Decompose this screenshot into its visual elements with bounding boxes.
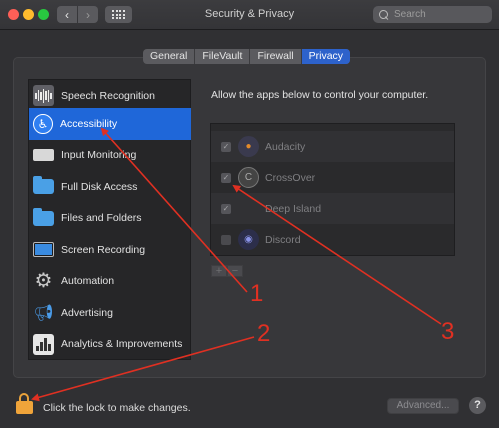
sidebar-item-label: Analytics & Improvements bbox=[61, 338, 183, 351]
folder-icon bbox=[33, 176, 54, 195]
sidebar-item-analytics[interactable]: Analytics & Improvements bbox=[29, 329, 191, 361]
lock-icon[interactable] bbox=[16, 393, 34, 415]
crossover-icon: C bbox=[238, 167, 259, 188]
title-bar: ‹ › Security & Privacy Search bbox=[0, 0, 499, 30]
tab-privacy[interactable]: Privacy bbox=[301, 49, 351, 64]
sidebar-item-input-monitoring[interactable]: Input Monitoring bbox=[29, 140, 191, 172]
keyboard-icon bbox=[33, 149, 54, 162]
sidebar-item-label: Screen Recording bbox=[61, 243, 146, 256]
app-list: ✓ ● Audacity ✓ C CrossOver ✓ Deep Island… bbox=[210, 123, 455, 256]
display-icon bbox=[33, 242, 54, 258]
annotation-label-1: 1 bbox=[250, 280, 264, 307]
waveform-icon bbox=[33, 85, 54, 107]
sidebar-item-label: Input Monitoring bbox=[61, 149, 137, 162]
app-name: Discord bbox=[265, 233, 301, 246]
bar-chart-icon bbox=[33, 333, 54, 355]
add-app-button[interactable]: + bbox=[211, 265, 227, 277]
accessibility-icon: ♿︎ bbox=[33, 113, 53, 134]
search-placeholder: Search bbox=[394, 9, 426, 20]
audacity-icon: ● bbox=[238, 136, 259, 157]
sidebar-item-accessibility[interactable]: ♿︎ Accessibility bbox=[29, 108, 191, 140]
tab-filevault[interactable]: FileVault bbox=[195, 49, 251, 64]
sidebar-item-automation[interactable]: ⚙ Automation bbox=[29, 266, 191, 298]
sidebar-item-full-disk-access[interactable]: Full Disk Access bbox=[29, 171, 191, 203]
sidebar-item-screen-recording[interactable]: Screen Recording bbox=[29, 234, 191, 266]
annotation-label-3: 3 bbox=[441, 318, 455, 345]
tab-general[interactable]: General bbox=[143, 49, 196, 64]
app-checkbox[interactable] bbox=[221, 234, 231, 245]
add-remove-controls: + − bbox=[211, 265, 243, 277]
advanced-button[interactable]: Advanced... bbox=[387, 398, 459, 414]
list-item-discord[interactable]: ◉ Discord bbox=[211, 224, 454, 255]
list-item-crossover[interactable]: ✓ C CrossOver bbox=[211, 162, 454, 193]
lock-message: Click the lock to make changes. bbox=[43, 402, 191, 414]
tab-bar: General FileVault Firewall Privacy bbox=[143, 49, 351, 64]
app-checkbox[interactable]: ✓ bbox=[221, 203, 231, 214]
search-field[interactable]: Search bbox=[373, 6, 492, 23]
annotation-label-2: 2 bbox=[257, 320, 271, 347]
sidebar-item-label: Accessibility bbox=[60, 117, 118, 130]
app-checkbox[interactable]: ✓ bbox=[221, 172, 231, 183]
sidebar-item-label: Advertising bbox=[61, 306, 113, 319]
app-icon bbox=[238, 198, 259, 219]
accessibility-description: Allow the apps below to control your com… bbox=[211, 89, 429, 101]
sidebar-item-files-and-folders[interactable]: Files and Folders bbox=[29, 203, 191, 235]
app-name: Audacity bbox=[265, 140, 306, 153]
discord-icon: ◉ bbox=[238, 229, 259, 250]
app-checkbox[interactable]: ✓ bbox=[221, 141, 231, 152]
sidebar-item-label: Speech Recognition bbox=[61, 89, 155, 102]
help-button[interactable]: ? bbox=[469, 397, 486, 414]
list-item-deep-island[interactable]: ✓ Deep Island bbox=[211, 193, 454, 224]
sidebar-item-label: Files and Folders bbox=[61, 212, 142, 225]
sidebar-item-speech-recognition[interactable]: Speech Recognition bbox=[29, 80, 191, 112]
tab-firewall[interactable]: Firewall bbox=[250, 49, 302, 64]
search-icon bbox=[379, 10, 388, 19]
security-privacy-window: ‹ › Security & Privacy Search General Fi… bbox=[0, 0, 499, 428]
app-name: CrossOver bbox=[265, 171, 316, 184]
remove-app-button[interactable]: − bbox=[227, 265, 243, 277]
privacy-category-list: Speech Recognition ♿︎ Accessibility Inpu… bbox=[28, 79, 191, 360]
megaphone-icon: 📢︎ bbox=[33, 304, 54, 322]
app-name: Deep Island bbox=[265, 202, 322, 215]
folder-icon bbox=[33, 207, 54, 226]
sidebar-item-label: Full Disk Access bbox=[61, 180, 138, 193]
sidebar-item-label: Automation bbox=[61, 275, 115, 288]
sidebar-item-advertising[interactable]: 📢︎ Advertising bbox=[29, 297, 191, 329]
list-item-audacity[interactable]: ✓ ● Audacity bbox=[211, 131, 454, 162]
gear-icon: ⚙ bbox=[34, 270, 53, 293]
